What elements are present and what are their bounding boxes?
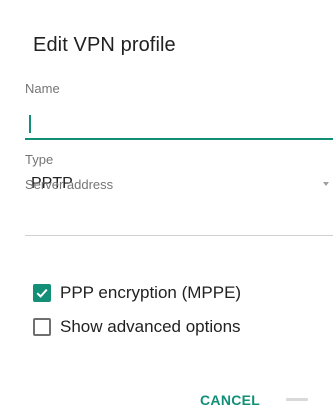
name-label: Name (25, 81, 60, 96)
check-icon (36, 288, 48, 298)
ppp-encryption-option[interactable]: PPP encryption (MPPE) (33, 282, 241, 304)
name-input[interactable] (25, 108, 333, 138)
show-advanced-option[interactable]: Show advanced options (33, 316, 241, 338)
ppp-encryption-checkbox[interactable] (33, 284, 51, 302)
chevron-down-icon (323, 182, 329, 186)
name-field[interactable] (25, 108, 333, 140)
ppp-encryption-label: PPP encryption (MPPE) (60, 283, 242, 302)
show-advanced-checkbox[interactable] (33, 318, 51, 336)
confirm-button[interactable] (286, 398, 308, 401)
dialog-title: Edit VPN profile (33, 34, 176, 56)
name-field-underline (25, 138, 333, 140)
server-address-label: Server address (25, 177, 114, 192)
server-address-underline (25, 235, 333, 236)
text-cursor (29, 115, 31, 133)
cancel-button[interactable]: CANCEL (200, 392, 260, 408)
type-label: Type (25, 152, 54, 167)
show-advanced-label: Show advanced options (60, 317, 241, 336)
server-address-field[interactable] (25, 196, 333, 236)
vpn-profile-dialog: Edit VPN profile Name Type PPTP Server a… (0, 0, 333, 414)
